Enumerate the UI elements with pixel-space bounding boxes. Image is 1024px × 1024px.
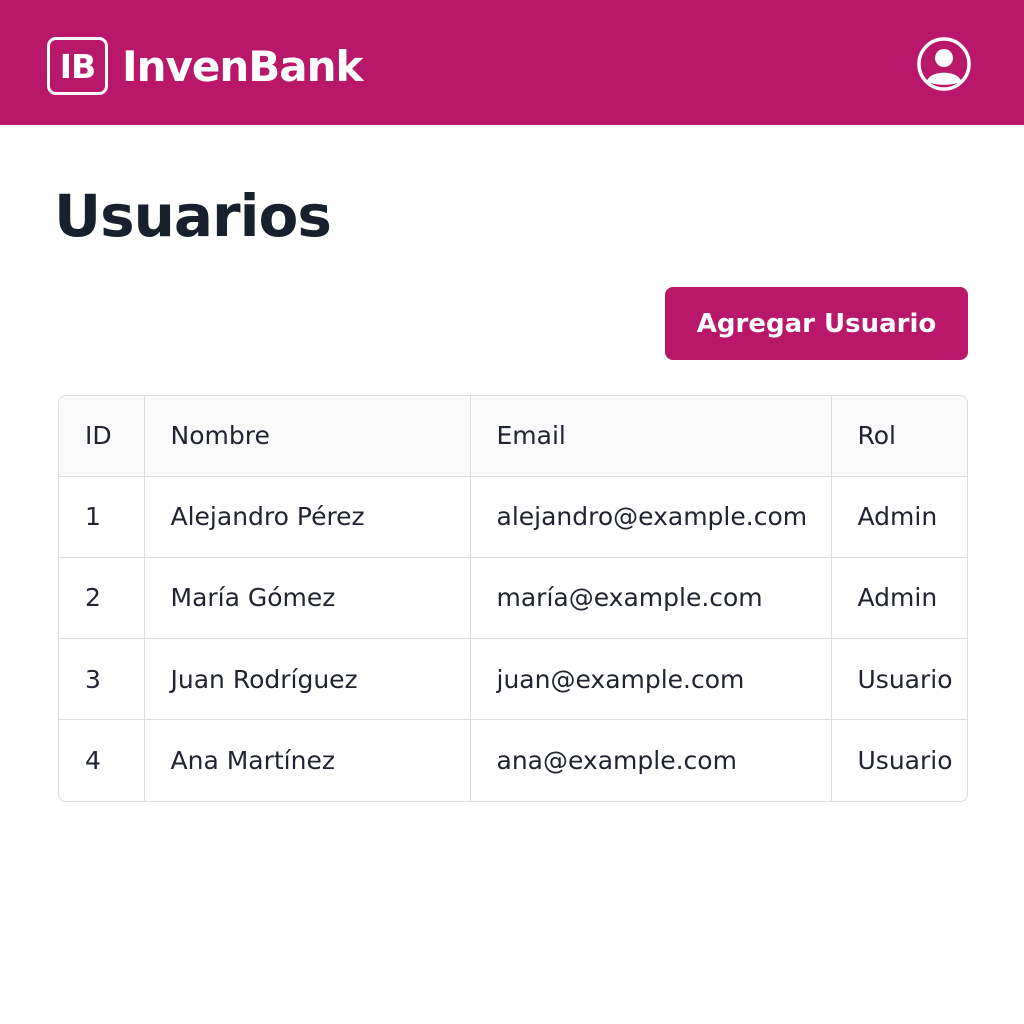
cell-name: Alejandro Pérez bbox=[144, 476, 471, 558]
cell-name: Juan Rodríguez bbox=[144, 638, 471, 721]
cell-email: ana@example.com bbox=[470, 719, 832, 801]
top-header: IB InvenBank bbox=[0, 0, 1024, 125]
cell-id: 3 bbox=[59, 638, 145, 721]
page-title: Usuarios bbox=[54, 182, 332, 250]
cell-email: alejandro@example.com bbox=[470, 476, 832, 558]
cell-role: Usuario bbox=[857, 746, 953, 776]
table-row[interactable]: 4 Ana Martínez ana@example.com Usuario bbox=[59, 719, 967, 801]
user-circle-icon bbox=[917, 37, 971, 91]
profile-button[interactable] bbox=[916, 36, 972, 92]
cell-role: Usuario bbox=[831, 638, 967, 721]
cell-email: juan@example.com bbox=[470, 638, 832, 721]
column-header-name[interactable]: Nombre bbox=[144, 396, 471, 477]
app-name: InvenBank bbox=[122, 41, 363, 91]
cell-id: 4 bbox=[59, 719, 145, 801]
table-row[interactable]: 2 María Gómez maría@example.com Admin bbox=[59, 557, 967, 640]
column-header-role[interactable]: Rol bbox=[831, 396, 967, 477]
cell-role: Admin bbox=[831, 476, 967, 558]
cell-id: 2 bbox=[59, 557, 145, 640]
cell-name: María Gómez bbox=[144, 557, 471, 640]
app-logo[interactable]: IB InvenBank bbox=[47, 37, 363, 95]
cell-email: maría@example.com bbox=[470, 557, 832, 640]
add-user-button[interactable]: Agregar Usuario bbox=[665, 287, 968, 360]
column-header-id[interactable]: ID bbox=[59, 396, 145, 477]
cell-role: Admin bbox=[831, 557, 967, 640]
cell-name: Ana Martínez bbox=[144, 719, 471, 801]
users-table: ID Nombre Email Rol 1 Alejandro Pérez al… bbox=[58, 395, 968, 802]
logo-mark: IB bbox=[47, 37, 108, 95]
table-header-row: ID Nombre Email Rol bbox=[59, 396, 967, 477]
cell-id: 1 bbox=[59, 476, 145, 558]
column-header-email[interactable]: Email bbox=[470, 396, 832, 477]
table-row[interactable]: 1 Alejandro Pérez alejandro@example.com … bbox=[59, 476, 967, 558]
table-row[interactable]: 3 Juan Rodríguez juan@example.com Usuari… bbox=[59, 638, 967, 721]
